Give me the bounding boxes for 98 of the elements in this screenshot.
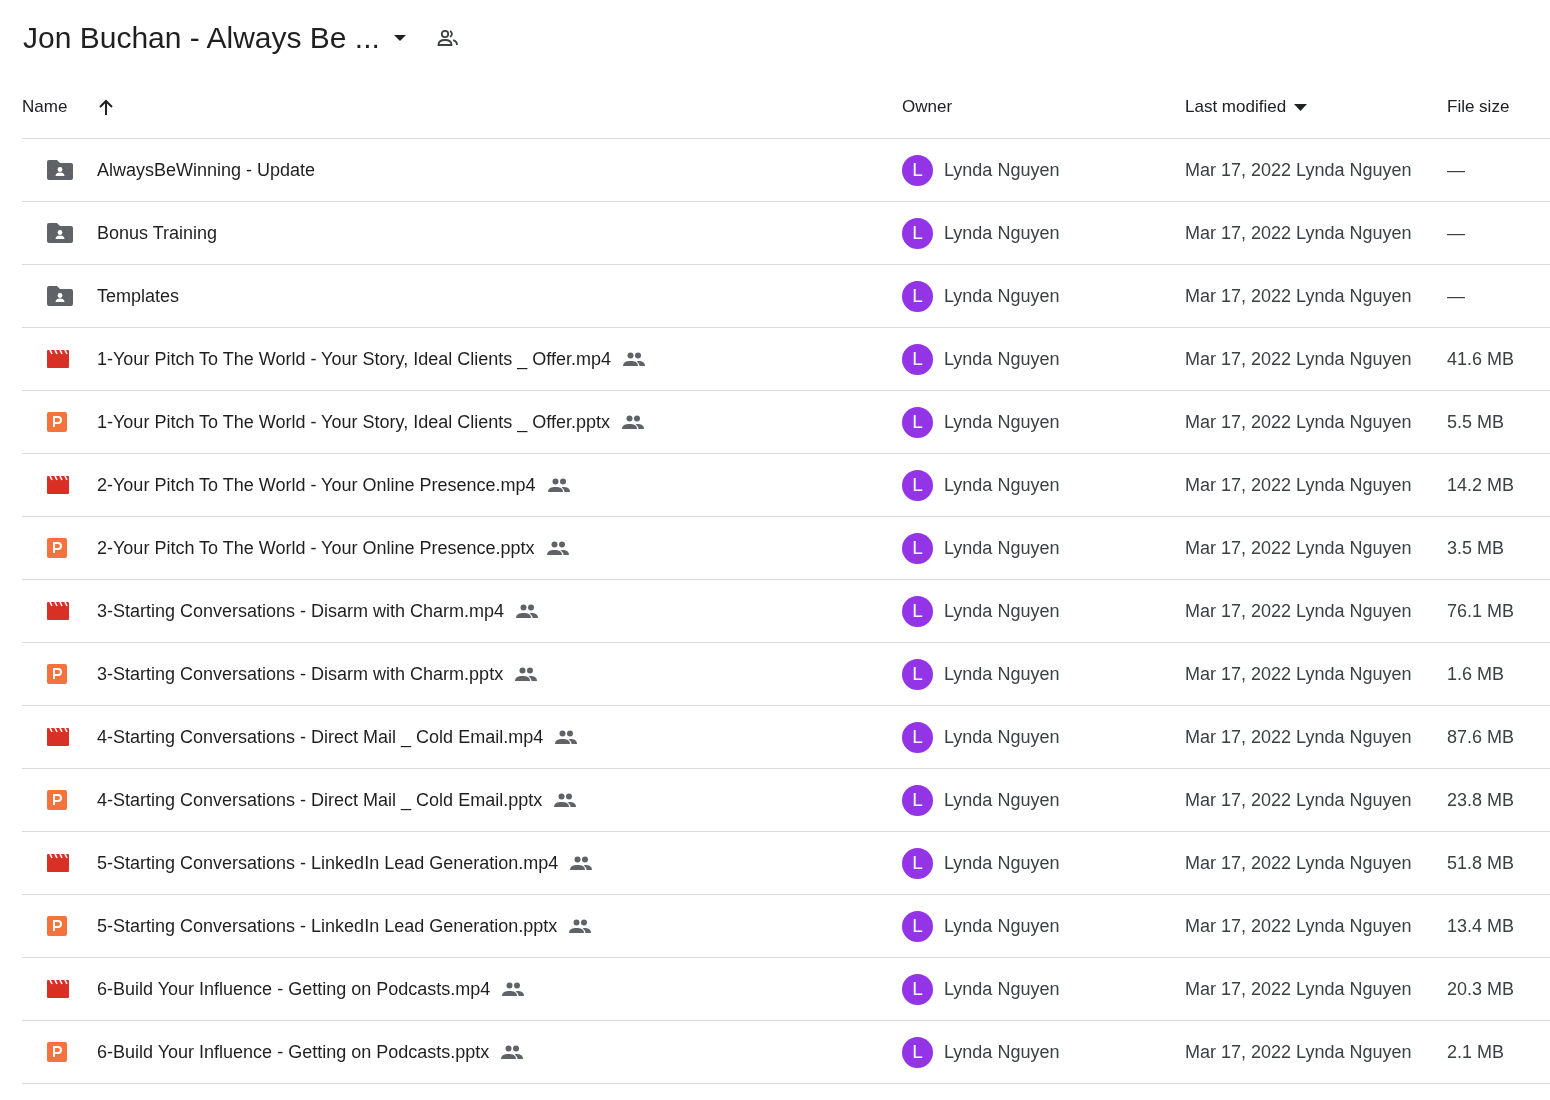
file-size: 14.2 MB: [1447, 474, 1515, 496]
column-header[interactable]: Name: [22, 97, 68, 117]
file-size: —: [1447, 222, 1465, 244]
owner-avatar: L: [902, 280, 933, 312]
owner-name: Lynda Nguyen: [944, 285, 1060, 307]
caret-icon[interactable]: [1294, 103, 1308, 111]
file-size: 51.8 MB: [1447, 852, 1515, 874]
owner-avatar: L: [902, 910, 933, 942]
caret-icon: [393, 35, 406, 41]
modified-by: Lynda Nguyen: [1296, 159, 1412, 181]
owner-avatar: L: [902, 784, 933, 816]
file-size: 41.6 MB: [1447, 348, 1515, 370]
owner-avatar: L: [902, 973, 933, 1005]
owner-avatar: L: [902, 847, 933, 879]
owner-avatar: L: [902, 154, 933, 186]
file-name[interactable]: 2-Your Pitch To The World - Your Online Presence.mp4: [97, 474, 536, 496]
file-name[interactable]: 3-Starting Conversations - Disarm with Charm.mp4: [97, 600, 505, 622]
owner-avatar: L: [902, 721, 933, 753]
owner-name: Lynda Nguyen: [944, 537, 1060, 559]
modified-by: Lynda Nguyen: [1296, 348, 1412, 370]
modified-by: Lynda Nguyen: [1296, 474, 1412, 496]
file-name[interactable]: 5-Starting Conversations - LinkedIn Lead Generation.pptx: [97, 915, 558, 937]
owner-avatar: L: [902, 406, 933, 438]
file-name[interactable]: 1-Your Pitch To The World - Your Story, Ideal Clients _ Offer.pptx: [97, 411, 610, 433]
file-name[interactable]: AlwaysBeWinning - Update: [97, 159, 316, 181]
file-size: —: [1447, 285, 1465, 307]
file-name[interactable]: 4-Starting Conversations - Direct Mail _ Cold Email.mp4: [97, 726, 544, 748]
modified-by: Lynda Nguyen: [1296, 222, 1412, 244]
modified-date: Mar 17, 2022: [1185, 411, 1292, 433]
sort-arrow-icon[interactable]: [99, 99, 114, 115]
owner-name: Lynda Nguyen: [944, 789, 1060, 811]
owner-name: Lynda Nguyen: [944, 222, 1060, 244]
file-name[interactable]: 1-Your Pitch To The World - Your Story, Ideal Clients _ Offer.mp4: [97, 348, 611, 370]
owner-name: Lynda Nguyen: [944, 663, 1060, 685]
folder-title: Jon Buchan - Always Be ...: [23, 21, 380, 55]
modified-by: Lynda Nguyen: [1296, 600, 1412, 622]
owner-avatar: L: [902, 217, 933, 249]
modified-by: Lynda Nguyen: [1296, 663, 1412, 685]
modified-date: Mar 17, 2022: [1185, 789, 1292, 811]
file-size: 1.6 MB: [1447, 663, 1505, 685]
file-name[interactable]: Bonus Training: [97, 222, 218, 244]
modified-date: Mar 17, 2022: [1185, 852, 1292, 874]
owner-name: Lynda Nguyen: [944, 1041, 1060, 1063]
modified-date: Mar 17, 2022: [1185, 600, 1292, 622]
modified-by: Lynda Nguyen: [1296, 789, 1412, 811]
modified-by: Lynda Nguyen: [1296, 852, 1412, 874]
modified-date: Mar 17, 2022: [1185, 915, 1292, 937]
modified-by: Lynda Nguyen: [1296, 978, 1412, 1000]
modified-date: Mar 17, 2022: [1185, 474, 1292, 496]
file-name[interactable]: 2-Your Pitch To The World - Your Online Presence.pptx: [97, 537, 535, 559]
modified-date: Mar 17, 2022: [1185, 726, 1292, 748]
modified-date: Mar 17, 2022: [1185, 159, 1292, 181]
modified-date: Mar 17, 2022: [1185, 537, 1292, 559]
file-name[interactable]: 4-Starting Conversations - Direct Mail _ Cold Email.pptx: [97, 789, 543, 811]
owner-name: Lynda Nguyen: [944, 411, 1060, 433]
owner-name: Lynda Nguyen: [944, 852, 1060, 874]
owner-avatar: L: [902, 469, 933, 501]
file-name[interactable]: 6-Build Your Influence - Getting on Podcasts.mp4: [97, 978, 491, 1000]
column-header[interactable]: Last modified: [1185, 97, 1287, 117]
modified-by: Lynda Nguyen: [1296, 411, 1412, 433]
owner-name: Lynda Nguyen: [944, 159, 1060, 181]
file-size: 2.1 MB: [1447, 1041, 1505, 1063]
owner-avatar: L: [902, 595, 933, 627]
modified-by: Lynda Nguyen: [1296, 1041, 1412, 1063]
owner-avatar: L: [902, 658, 933, 690]
owner-name: Lynda Nguyen: [944, 915, 1060, 937]
owner-avatar: L: [902, 343, 933, 375]
modified-by: Lynda Nguyen: [1296, 285, 1412, 307]
owner-name: Lynda Nguyen: [944, 726, 1060, 748]
modified-by: Lynda Nguyen: [1296, 915, 1412, 937]
modified-date: Mar 17, 2022: [1185, 978, 1292, 1000]
owner-avatar: L: [902, 1036, 933, 1068]
column-header[interactable]: File size: [1447, 97, 1510, 117]
file-size: 87.6 MB: [1447, 726, 1515, 748]
modified-date: Mar 17, 2022: [1185, 285, 1292, 307]
column-header[interactable]: Owner: [902, 97, 953, 117]
modified-date: Mar 17, 2022: [1185, 1041, 1292, 1063]
modified-date: Mar 17, 2022: [1185, 222, 1292, 244]
owner-name: Lynda Nguyen: [944, 600, 1060, 622]
modified-date: Mar 17, 2022: [1185, 348, 1292, 370]
file-name[interactable]: 6-Build Your Influence - Getting on Podcasts.pptx: [97, 1041, 490, 1063]
file-name[interactable]: Templates: [97, 285, 180, 307]
file-size: —: [1447, 159, 1465, 181]
file-size: 3.5 MB: [1447, 537, 1505, 559]
modified-by: Lynda Nguyen: [1296, 726, 1412, 748]
owner-name: Lynda Nguyen: [944, 474, 1060, 496]
file-name[interactable]: 5-Starting Conversations - LinkedIn Lead Generation.mp4: [97, 852, 559, 874]
modified-date: Mar 17, 2022: [1185, 663, 1292, 685]
file-size: 76.1 MB: [1447, 600, 1515, 622]
owner-name: Lynda Nguyen: [944, 348, 1060, 370]
owner-name: Lynda Nguyen: [944, 978, 1060, 1000]
file-name[interactable]: 3-Starting Conversations - Disarm with Charm.pptx: [97, 663, 504, 685]
file-size: 23.8 MB: [1447, 789, 1515, 811]
file-size: 5.5 MB: [1447, 411, 1505, 433]
owner-avatar: L: [902, 532, 933, 564]
file-size: 13.4 MB: [1447, 915, 1515, 937]
modified-by: Lynda Nguyen: [1296, 537, 1412, 559]
file-size: 20.3 MB: [1447, 978, 1515, 1000]
